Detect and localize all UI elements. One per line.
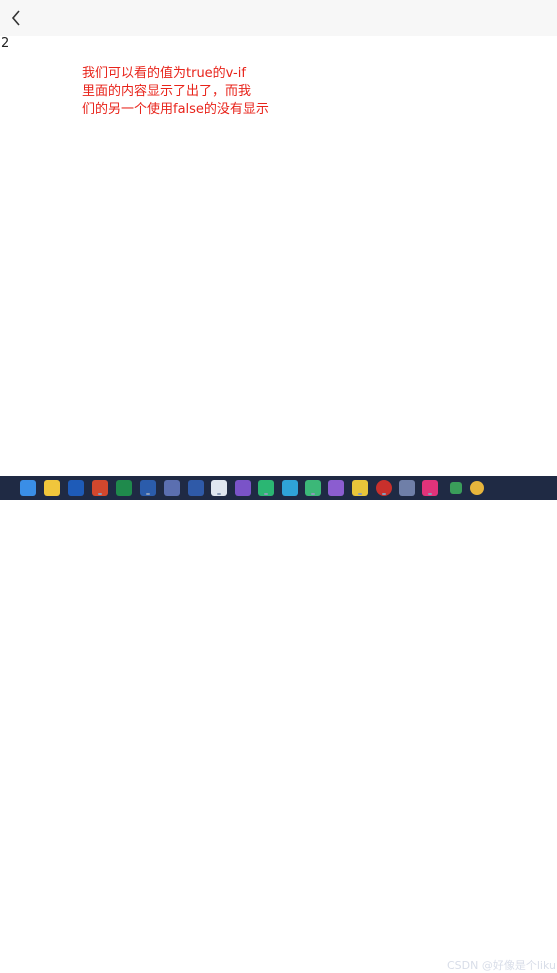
visual-studio-icon[interactable] (235, 480, 251, 496)
annotation-line: 里面的内容显示了出了，而我 (82, 84, 252, 99)
wechat-icon[interactable] (305, 480, 321, 496)
chrome-icon[interactable] (470, 481, 484, 495)
pycharm-icon[interactable] (68, 480, 84, 496)
dev-tool-icon[interactable] (328, 480, 344, 496)
annotation-line: 我们可以看的值为true的v-if (82, 66, 246, 81)
windows-taskbar: CSDN @好像是个likun (0, 476, 557, 972)
windows-start-icon[interactable] (20, 480, 36, 496)
file-explorer-icon[interactable] (44, 480, 60, 496)
network-icon[interactable] (164, 480, 180, 496)
back-button[interactable] (6, 6, 26, 30)
app-toolbar (0, 0, 557, 36)
annotation-note: 我们可以看的值为true的v-if 里面的内容显示了出了，而我 们的另一个使用f… (82, 65, 282, 119)
annotation-line: 们的另一个使用false的没有显示 (82, 102, 269, 117)
edge-browser-icon[interactable] (282, 480, 298, 496)
chevron-left-icon (11, 10, 20, 26)
typora-icon[interactable] (376, 480, 392, 496)
csdn-watermark: CSDN @好像是个likun (447, 959, 557, 972)
jetbrains-icon[interactable] (399, 480, 415, 496)
visio-icon[interactable] (211, 480, 227, 496)
excel-icon[interactable] (116, 480, 132, 496)
rendered-value-text: 2 (1, 36, 10, 51)
media-player-icon[interactable] (258, 480, 274, 496)
powerpoint-icon[interactable] (92, 480, 108, 496)
terminal-icon[interactable] (450, 482, 462, 494)
intellij-icon[interactable] (422, 480, 438, 496)
word-icon[interactable] (140, 480, 156, 496)
banana-icon[interactable] (352, 480, 368, 496)
word-app-icon[interactable] (188, 480, 204, 496)
